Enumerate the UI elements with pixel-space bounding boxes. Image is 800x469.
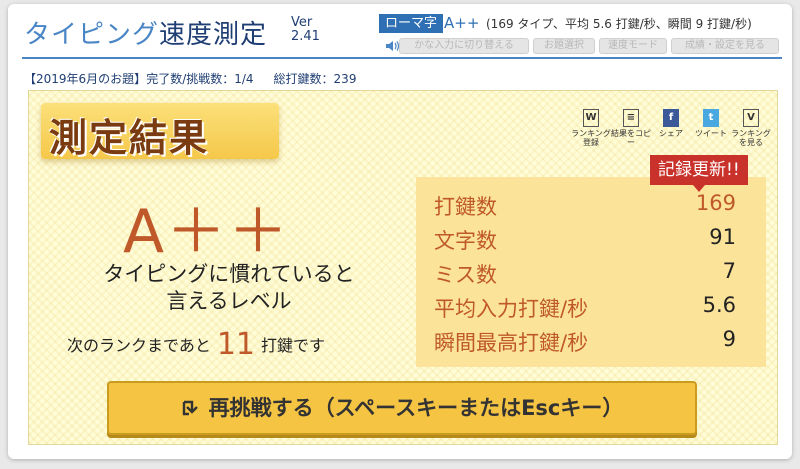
ranking-view-icon: V	[743, 109, 759, 127]
copy-result-label: 結果をコピー	[611, 129, 651, 147]
stats-box: 打鍵数 169 文字数 91 ミス数 7 平均入力打鍵/秒 5.6 瞬間最高打鍵…	[416, 177, 766, 367]
stat-value: 169	[695, 191, 736, 215]
result-banner: 測定結果	[41, 103, 279, 160]
app-title: タイピング速度測定	[24, 14, 267, 51]
progress-label: 完了数/挑戦数：1/4	[146, 72, 254, 86]
next-rank-message: 次のランクまであと 11 打鍵です	[67, 327, 325, 362]
share-button[interactable]: f シェア	[651, 109, 691, 138]
retry-icon	[182, 400, 198, 416]
view-ranking-label: ランキングを見る	[731, 129, 771, 147]
view-ranking-button[interactable]: V ランキングを見る	[731, 109, 771, 147]
version-word: Ver	[291, 15, 313, 30]
title-sub-text: 速度測定	[159, 20, 268, 50]
stat-row-characters: 文字数 91	[416, 223, 766, 257]
share-label: シェア	[659, 129, 683, 138]
stat-row-average-speed: 平均入力打鍵/秒 5.6	[416, 291, 766, 325]
stat-label: 文字数	[434, 229, 497, 253]
stat-value: 7	[722, 259, 736, 283]
next-rank-suffix: 打鍵です	[261, 336, 326, 355]
facebook-icon: f	[663, 109, 679, 127]
header-divider	[22, 57, 782, 59]
stat-label: 打鍵数	[434, 195, 497, 219]
version-label: Ver 2.41	[291, 16, 320, 44]
stat-value: 5.6	[702, 293, 736, 317]
next-rank-prefix: 次のランクまであと	[67, 336, 211, 355]
info-bar: 【2019年6月のお題】完了数/挑戦数：1/4 総打鍵数：239	[24, 70, 376, 87]
next-rank-number: 11	[216, 327, 256, 362]
retry-label: 再挑戦する（スペースキーまたはEscキー）	[208, 396, 624, 420]
stat-row-misses: ミス数 7	[416, 257, 766, 291]
input-mode-badge: ローマ字	[379, 14, 444, 33]
stat-label: 瞬間最高打鍵/秒	[434, 331, 589, 355]
ranking-register-icon: W	[583, 109, 599, 127]
ranking-register-label: ランキング登録	[571, 129, 611, 147]
result-banner-text: 測定結果	[49, 116, 210, 160]
stat-label: ミス数	[434, 263, 497, 287]
rank-description: タイピングに慣れていると 言えるレベル	[69, 261, 389, 315]
result-panel: 測定結果 W ランキング登録 ≡ 結果をコピー f シェア t ツイート V ラ…	[28, 90, 778, 445]
rank-description-line1: タイピングに慣れていると	[103, 262, 355, 286]
topic-label: 【2019年6月のお題】	[24, 72, 147, 86]
stat-value: 91	[709, 225, 736, 249]
version-number: 2.41	[291, 29, 320, 44]
total-keystrokes-label: 総打鍵数：239	[273, 72, 357, 86]
clipboard-icon: ≡	[623, 109, 639, 127]
retry-button[interactable]: 再挑戦する（スペースキーまたはEscキー）	[107, 381, 697, 435]
rank-display: A＋＋	[123, 197, 291, 267]
stat-row-peak-speed: 瞬間最高打鍵/秒 9	[416, 325, 766, 359]
view-settings-button[interactable]: 成績・設定を見る	[671, 38, 779, 54]
title-main-text: タイピング	[24, 20, 160, 50]
stat-label: 平均入力打鍵/秒	[434, 297, 589, 321]
stat-row-keystrokes: 打鍵数 169	[416, 189, 766, 223]
stat-value: 9	[722, 327, 736, 351]
switch-kana-button[interactable]: かな入力に切り替える	[399, 38, 529, 54]
app-frame: タイピング速度測定 Ver 2.41 ローマ字 A++ (169 タイプ、平均 …	[8, 4, 792, 459]
tweet-label: ツイート	[695, 129, 727, 138]
tweet-button[interactable]: t ツイート	[691, 109, 731, 138]
speed-mode-button[interactable]: 速度モード	[599, 38, 667, 54]
ranking-register-button[interactable]: W ランキング登録	[571, 109, 611, 147]
summary-rank: A++	[444, 14, 480, 32]
topic-select-button[interactable]: お題選択	[533, 38, 595, 54]
rank-description-line2: 言えるレベル	[166, 289, 292, 313]
summary-detail: (169 タイプ、平均 5.6 打鍵/秒、瞬間 9 打鍵/秒)	[486, 17, 752, 31]
copy-result-button[interactable]: ≡ 結果をコピー	[611, 109, 651, 147]
record-updated-badge: 記録更新!!	[650, 155, 748, 192]
twitter-icon: t	[703, 109, 719, 127]
